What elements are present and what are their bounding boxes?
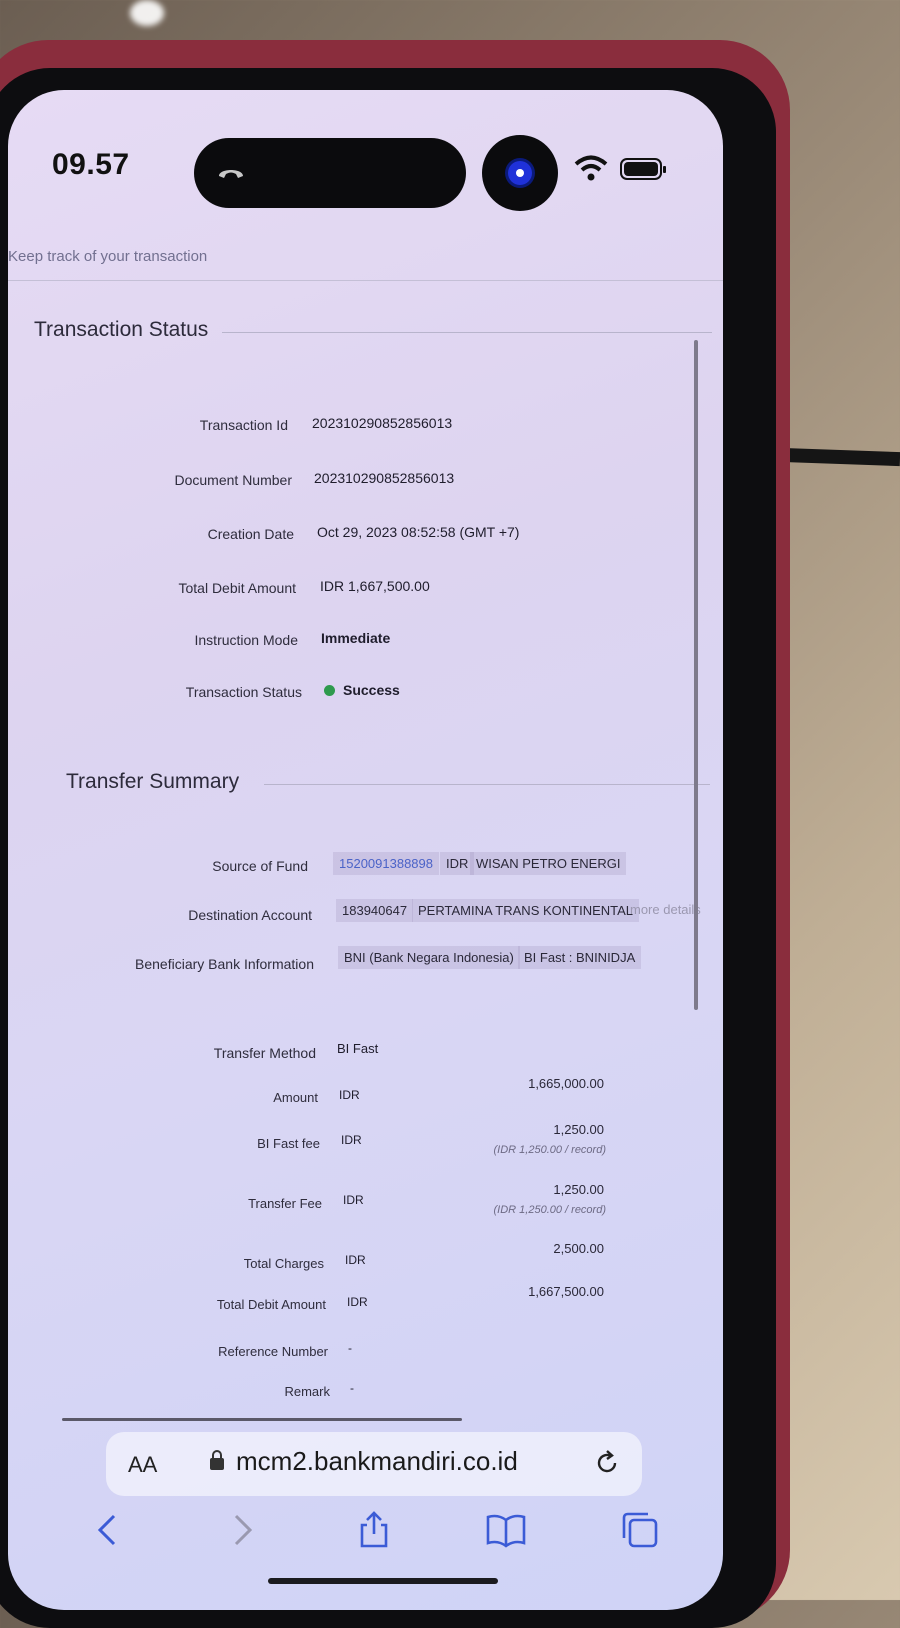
summary-total-debit-value: 1,667,500.00 — [528, 1284, 604, 1299]
section-divider — [222, 332, 712, 333]
bi-fast-fee-label: BI Fast fee — [257, 1136, 320, 1151]
amount-label: Amount — [273, 1090, 318, 1105]
phone-call-icon — [219, 170, 243, 178]
phone-screen: 09.57 Keep track of your transaction Tra… — [8, 90, 723, 1610]
page-scrollbar[interactable] — [694, 340, 698, 1010]
source-of-fund-label: Source of Fund — [212, 858, 308, 874]
forward-icon[interactable] — [222, 1510, 262, 1550]
remark-value: - — [350, 1381, 354, 1395]
amount-currency: IDR — [339, 1088, 360, 1102]
transaction-id-value: 202310290852856013 — [312, 415, 453, 431]
bi-fast-fee-value: 1,250.00 — [553, 1122, 604, 1137]
phone-bezel: 09.57 Keep track of your transaction Tra… — [0, 68, 776, 1628]
transaction-status-title: Transaction Status — [34, 318, 209, 341]
page-subtitle: Keep track of your transaction — [8, 248, 208, 265]
section-divider — [264, 784, 710, 785]
reload-icon[interactable] — [592, 1448, 622, 1478]
transfer-method-value: BI Fast — [337, 1041, 379, 1056]
address-bar[interactable]: AA mcm2.bankmandiri.co.id — [106, 1432, 642, 1496]
beneficiary-bank-name: BNI (Bank Negara Indonesia) — [338, 946, 520, 969]
page-load-progress — [62, 1418, 462, 1421]
document-number-value: 202310290852856013 — [314, 470, 455, 486]
lock-icon — [210, 1450, 224, 1470]
text-size-button[interactable]: AA — [128, 1452, 157, 1478]
more-details-link[interactable]: more details — [630, 902, 701, 917]
share-icon[interactable] — [354, 1510, 394, 1550]
battery-icon — [620, 158, 666, 180]
reference-number-label: Reference Number — [218, 1344, 328, 1359]
creation-date-label: Creation Date — [207, 526, 294, 542]
source-account-link[interactable]: 1520091388898 — [333, 852, 439, 875]
destination-account-name: PERTAMINA TRANS KONTINENTAL — [412, 899, 640, 922]
url-text[interactable]: mcm2.bankmandiri.co.id — [236, 1446, 518, 1477]
transfer-method-label: Transfer Method — [213, 1045, 316, 1061]
phone-case: 09.57 Keep track of your transaction Tra… — [0, 40, 790, 1628]
bookmarks-icon[interactable] — [486, 1510, 526, 1550]
instruction-mode-value: Immediate — [321, 630, 391, 646]
transfer-fee-value: 1,250.00 — [553, 1182, 604, 1197]
amount-value: 1,665,000.00 — [528, 1076, 604, 1091]
total-charges-label: Total Charges — [243, 1256, 324, 1271]
document-number-label: Document Number — [174, 472, 293, 488]
beneficiary-bank-label: Beneficiary Bank Information — [135, 956, 314, 972]
source-account-name: WISAN PETRO ENERGI — [470, 852, 627, 875]
total-charges-currency: IDR — [345, 1253, 366, 1267]
transfer-summary-title: Transfer Summary — [66, 770, 240, 793]
total-charges-value: 2,500.00 — [553, 1241, 604, 1256]
ceiling-light — [130, 0, 164, 26]
destination-account-number: 183940647 — [336, 899, 414, 922]
reference-number-value: - — [348, 1341, 352, 1355]
transfer-fee-label: Transfer Fee — [248, 1196, 322, 1211]
status-badge: Success — [324, 682, 400, 698]
bi-fast-fee-note: (IDR 1,250.00 / record) — [493, 1144, 607, 1156]
transfer-fee-currency: IDR — [343, 1193, 364, 1207]
summary-total-debit-label: Total Debit Amount — [216, 1297, 326, 1312]
wifi-icon — [574, 155, 608, 181]
background-cable — [779, 447, 900, 467]
home-indicator[interactable] — [268, 1578, 498, 1584]
total-debit-amount-label: Total Debit Amount — [178, 580, 296, 596]
transaction-status-label: Transaction Status — [185, 684, 302, 700]
creation-date-value: Oct 29, 2023 08:52:58 (GMT +7) — [317, 524, 520, 540]
beneficiary-bank-code: BI Fast : BNINIDJA — [518, 946, 642, 969]
camera-indicator-icon — [508, 161, 532, 185]
success-status-icon — [324, 685, 335, 696]
dynamic-island — [194, 138, 466, 208]
back-icon[interactable] — [88, 1510, 128, 1550]
transfer-fee-note: (IDR 1,250.00 / record) — [493, 1204, 607, 1216]
total-debit-amount-value: IDR 1,667,500.00 — [320, 578, 430, 594]
tabs-icon[interactable] — [620, 1510, 660, 1550]
transaction-status-value: Success — [343, 682, 400, 698]
front-camera — [482, 135, 558, 211]
instruction-mode-label: Instruction Mode — [194, 632, 299, 648]
destination-account-label: Destination Account — [188, 907, 312, 923]
transaction-id-label: Transaction Id — [199, 417, 288, 433]
bi-fast-fee-currency: IDR — [341, 1133, 362, 1147]
summary-total-debit-currency: IDR — [347, 1295, 368, 1309]
divider — [8, 280, 723, 281]
status-time: 09.57 — [52, 148, 130, 181]
remark-label: Remark — [284, 1384, 330, 1399]
